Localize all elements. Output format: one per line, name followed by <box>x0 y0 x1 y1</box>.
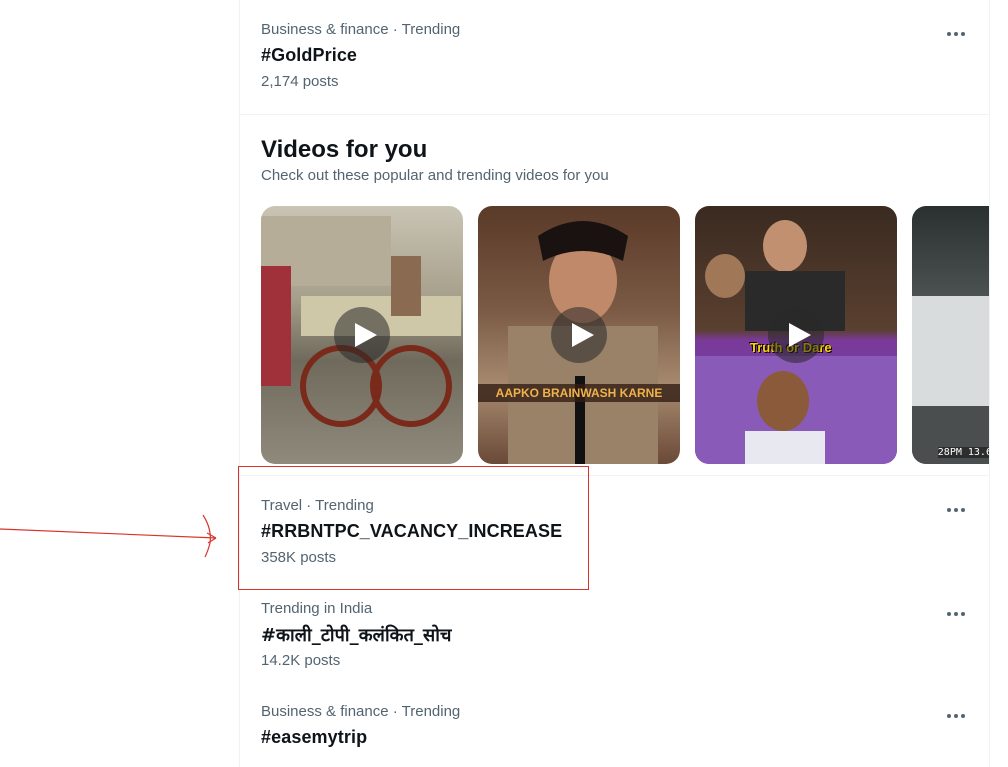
video-card[interactable]: Truth or Dare <box>695 206 897 464</box>
video-card[interactable]: AAPKO BRAINWASH KARNE <box>478 206 680 464</box>
trend-meta: Business & finance · Trending <box>261 703 461 720</box>
section-title: Videos for you <box>261 136 428 163</box>
trend-item[interactable]: Trending in India #काली_टोपी_कलंकित_सोच … <box>240 580 989 684</box>
trend-hashtag[interactable]: #काली_टोपी_कलंकित_सोच <box>261 623 452 647</box>
video-carousel[interactable]: AAPKO BRAINWASH KARNE Truth or Dare <box>261 206 989 465</box>
trend-meta: Business & finance · Trending <box>261 21 461 38</box>
trend-post-count: 14.2K posts <box>261 652 341 669</box>
trend-hashtag[interactable]: #GoldPrice <box>261 45 357 66</box>
more-horizontal-icon[interactable] <box>945 708 967 724</box>
annotation-arrow-icon <box>0 514 217 558</box>
video-caption: AAPKO BRAINWASH KARNE <box>478 384 680 402</box>
more-horizontal-icon[interactable] <box>945 502 967 518</box>
explore-column: Business & finance · Trending #GoldPrice… <box>239 0 990 767</box>
section-subtitle: Check out these popular and trending vid… <box>261 167 609 184</box>
divider <box>240 114 989 115</box>
trend-item[interactable]: Business & finance · Trending #GoldPrice… <box>240 0 989 114</box>
play-icon[interactable] <box>768 307 824 363</box>
video-thumbnail <box>912 296 989 464</box>
more-horizontal-icon[interactable] <box>945 26 967 42</box>
video-caption: 28PM 13.6V <box>937 447 989 458</box>
more-horizontal-icon[interactable] <box>945 606 967 622</box>
video-card[interactable] <box>261 206 463 464</box>
trend-item[interactable]: Business & finance · Trending #easemytri… <box>240 684 989 767</box>
trend-meta: Trending in India <box>261 600 373 617</box>
play-icon[interactable] <box>551 307 607 363</box>
video-card[interactable]: 28PM 13.6V <box>912 206 989 464</box>
play-icon[interactable] <box>334 307 390 363</box>
trend-hashtag[interactable]: #easemytrip <box>261 727 367 748</box>
trend-post-count: 2,174 posts <box>261 73 339 90</box>
annotation-highlight-box <box>238 466 589 590</box>
